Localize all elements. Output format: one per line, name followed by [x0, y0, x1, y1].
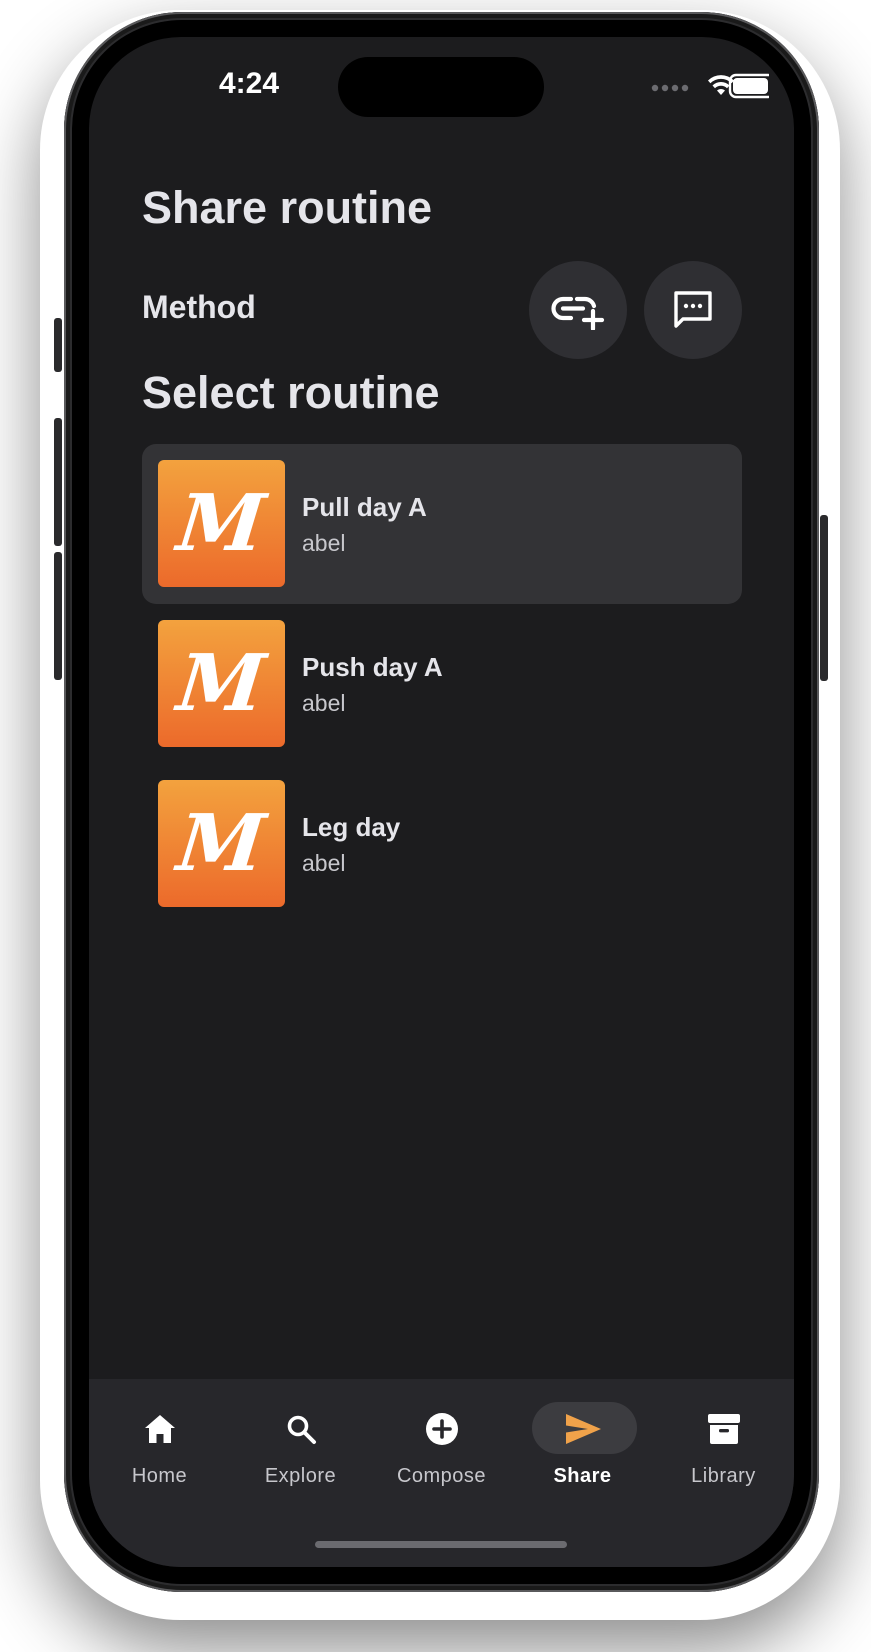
select-routine-title: Select routine [142, 367, 440, 418]
dynamic-island [338, 57, 544, 117]
bottom-tab-bar: Home Explore Compose Share Library [89, 1379, 794, 1567]
tab-library[interactable]: Library [653, 1379, 794, 1509]
routine-row[interactable]: M Pull day A abel [142, 444, 742, 604]
message-button[interactable] [644, 261, 742, 359]
search-icon-wrap [230, 1412, 371, 1446]
routine-thumbnail: M [158, 780, 285, 907]
routine-title: Push day A [302, 652, 443, 682]
tab-share[interactable]: Share [512, 1379, 653, 1509]
battery-icon [728, 73, 780, 99]
status-icons [589, 67, 780, 107]
tab-label: Compose [396, 1465, 487, 1487]
routine-row[interactable]: M Push day A abel [142, 604, 742, 764]
tab-compose[interactable]: Compose [371, 1379, 512, 1509]
archive-icon-wrap [653, 1412, 794, 1446]
tab-label: Explore [264, 1465, 337, 1487]
home-indicator [315, 1541, 567, 1548]
add-link-icon [551, 296, 605, 330]
status-time: 4:24 [218, 67, 280, 100]
tab-label: Library [691, 1465, 756, 1487]
logo-letter: M [173, 477, 270, 569]
search-icon [287, 1415, 316, 1444]
phone-screen: 4:24 Share routine Method Select routine… [89, 37, 794, 1567]
tab-label: Share [553, 1465, 612, 1487]
send-icon [565, 1414, 601, 1444]
volume-up-button [54, 418, 62, 546]
volume-down-button [54, 552, 62, 680]
plus-circle-icon-wrap [371, 1412, 512, 1446]
routine-title: Pull day A [302, 492, 427, 522]
routine-author: abel [302, 530, 346, 556]
home-icon [144, 1415, 175, 1443]
add-link-button[interactable] [529, 261, 627, 359]
routine-author: abel [302, 690, 346, 716]
message-icon [674, 291, 712, 328]
plus-circle-icon [425, 1413, 458, 1445]
send-icon-wrap [512, 1412, 653, 1446]
routine-title: Leg day [302, 812, 401, 842]
logo-letter: M [173, 637, 270, 729]
routine-row[interactable]: M Leg day abel [142, 764, 742, 924]
method-label: Method [142, 289, 256, 325]
routine-author: abel [302, 850, 346, 876]
archive-icon [707, 1414, 740, 1444]
tab-label: Home [131, 1465, 188, 1487]
routine-thumbnail: M [158, 620, 285, 747]
routine-thumbnail: M [158, 460, 285, 587]
tab-explore[interactable]: Explore [230, 1379, 371, 1509]
page-title: Share routine [142, 182, 433, 233]
home-icon-wrap [89, 1412, 230, 1446]
logo-letter: M [173, 797, 270, 889]
mute-switch [54, 318, 62, 372]
power-button [820, 515, 828, 681]
signal-icon [651, 84, 689, 92]
routine-list: M Pull day A abel M Push day A abel M Le… [142, 444, 742, 924]
tab-home[interactable]: Home [89, 1379, 230, 1509]
